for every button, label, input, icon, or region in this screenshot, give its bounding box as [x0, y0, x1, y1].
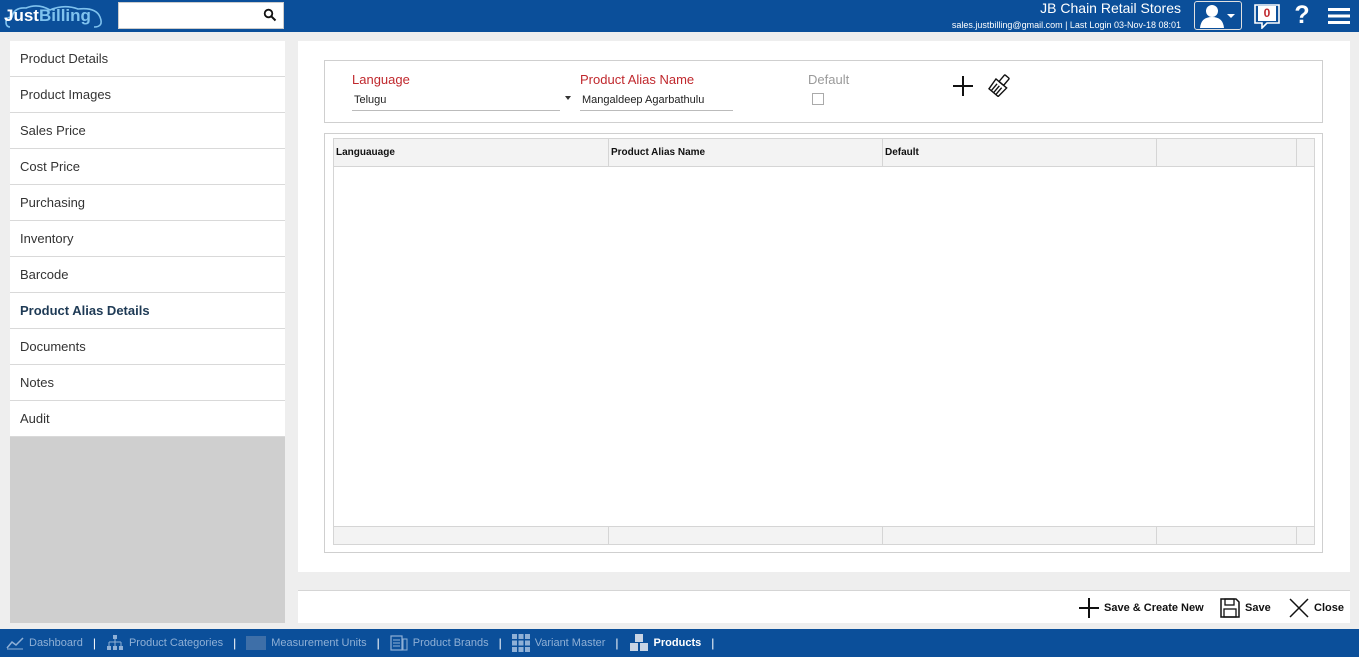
close-button[interactable]: Close: [1288, 595, 1344, 621]
floppy-disk-icon: [1220, 598, 1240, 618]
app-logo[interactable]: JustBilling: [4, 4, 102, 28]
language-select[interactable]: Telugu: [352, 91, 560, 111]
alias-name-label: Product Alias Name: [580, 72, 695, 87]
sidebar-item-inventory[interactable]: Inventory: [10, 221, 285, 257]
save-create-new-button[interactable]: Save & Create New: [1078, 595, 1204, 621]
bottom-tab-label: Measurement Units: [271, 637, 367, 649]
bottom-tab-dashboard[interactable]: Dashboard: [6, 629, 83, 657]
sidebar-item-purchasing[interactable]: Purchasing: [10, 185, 285, 221]
notification-count: 0: [1258, 6, 1276, 21]
bottom-tab-variant-master[interactable]: Variant Master: [511, 629, 606, 657]
global-search: [118, 2, 284, 29]
language-label: Language: [352, 72, 410, 87]
bottom-tab-product-categories[interactable]: Product Categories: [106, 629, 223, 657]
save-label: Save: [1245, 602, 1271, 614]
bottom-tab-bar: Dashboard | Product Categories | Measure…: [0, 629, 1359, 657]
bottom-tab-label: Dashboard: [29, 637, 83, 649]
logo-text-accent: Billing: [38, 6, 91, 25]
bottom-tab-label: Product Categories: [128, 637, 224, 649]
sidebar-item-notes[interactable]: Notes: [10, 365, 285, 401]
default-checkbox[interactable]: [812, 93, 824, 105]
plus-icon: [1079, 598, 1099, 618]
column-header-actions: [1157, 139, 1297, 167]
table-header: Languauage Product Alias Name Default: [334, 139, 1314, 167]
logo-text-main: Just: [4, 6, 39, 25]
grid-icon: [511, 634, 530, 652]
user-avatar-icon: [1200, 5, 1235, 28]
search-input[interactable]: [119, 3, 259, 28]
action-bar: Save & Create New Save Close: [298, 590, 1350, 623]
main-panel: Language Telugu Product Alias Name Manga…: [298, 41, 1350, 572]
hierarchy-icon: [106, 635, 123, 650]
default-label: Default: [808, 72, 850, 87]
clear-brush-icon[interactable]: [988, 73, 1012, 97]
user-login-info: sales.justbilling@gmail.com | Last Login…: [951, 20, 1181, 30]
brands-icon: [390, 635, 408, 651]
chevron-down-icon[interactable]: [565, 96, 571, 100]
column-header-default[interactable]: Default: [883, 139, 1157, 167]
sidebar-item-cost-price[interactable]: Cost Price: [10, 149, 285, 185]
alias-name-input[interactable]: Mangaldeep Agarbathulu: [580, 91, 733, 111]
alias-table: Languauage Product Alias Name Default: [333, 138, 1315, 545]
close-icon: [1289, 598, 1309, 618]
sidebar-item-audit[interactable]: Audit: [10, 401, 285, 437]
store-name: JB Chain Retail Stores: [1040, 0, 1181, 16]
add-icon[interactable]: [952, 75, 974, 97]
sidebar-item-documents[interactable]: Documents: [10, 329, 285, 365]
bottom-tab-product-brands[interactable]: Product Brands: [390, 629, 489, 657]
units-icon: [246, 636, 267, 650]
hamburger-menu-icon[interactable]: [1326, 6, 1352, 26]
chart-icon: [6, 637, 24, 650]
help-button[interactable]: ?: [1290, 1, 1314, 30]
save-create-new-label: Save & Create New: [1104, 602, 1204, 614]
sidebar-item-product-images[interactable]: Product Images: [10, 77, 285, 113]
alias-grid-container: Languauage Product Alias Name Default: [324, 133, 1323, 553]
store-info: JB Chain Retail Stores sales.justbilling…: [952, 0, 1181, 31]
bottom-tab-products[interactable]: Products: [629, 629, 702, 657]
bottom-tab-label: Variant Master: [534, 637, 606, 649]
sidebar-item-sales-price[interactable]: Sales Price: [10, 113, 285, 149]
user-menu-button[interactable]: [1194, 1, 1242, 30]
bottom-tab-label: Products: [653, 637, 702, 649]
sidebar: Product Details Product Images Sales Pri…: [10, 41, 285, 623]
chevron-down-icon: [1227, 14, 1235, 18]
top-bar: JustBilling JB Chain Retail Stores sales…: [0, 0, 1359, 32]
alias-entry-form: Language Telugu Product Alias Name Manga…: [324, 60, 1323, 123]
column-header-language[interactable]: Languauage: [334, 139, 609, 167]
sidebar-item-product-alias-details[interactable]: Product Alias Details: [10, 293, 285, 329]
column-header-alias-name[interactable]: Product Alias Name: [609, 139, 883, 167]
save-button[interactable]: Save: [1219, 595, 1271, 621]
bottom-tab-label: Product Brands: [412, 637, 489, 649]
close-label: Close: [1314, 602, 1344, 614]
boxes-icon: [629, 634, 648, 651]
search-icon[interactable]: [263, 8, 277, 22]
bottom-tab-measurement-units[interactable]: Measurement Units: [246, 629, 367, 657]
notifications-button[interactable]: 0: [1253, 3, 1281, 30]
sidebar-item-product-details[interactable]: Product Details: [10, 41, 285, 77]
sidebar-item-barcode[interactable]: Barcode: [10, 257, 285, 293]
table-footer: [334, 526, 1314, 545]
